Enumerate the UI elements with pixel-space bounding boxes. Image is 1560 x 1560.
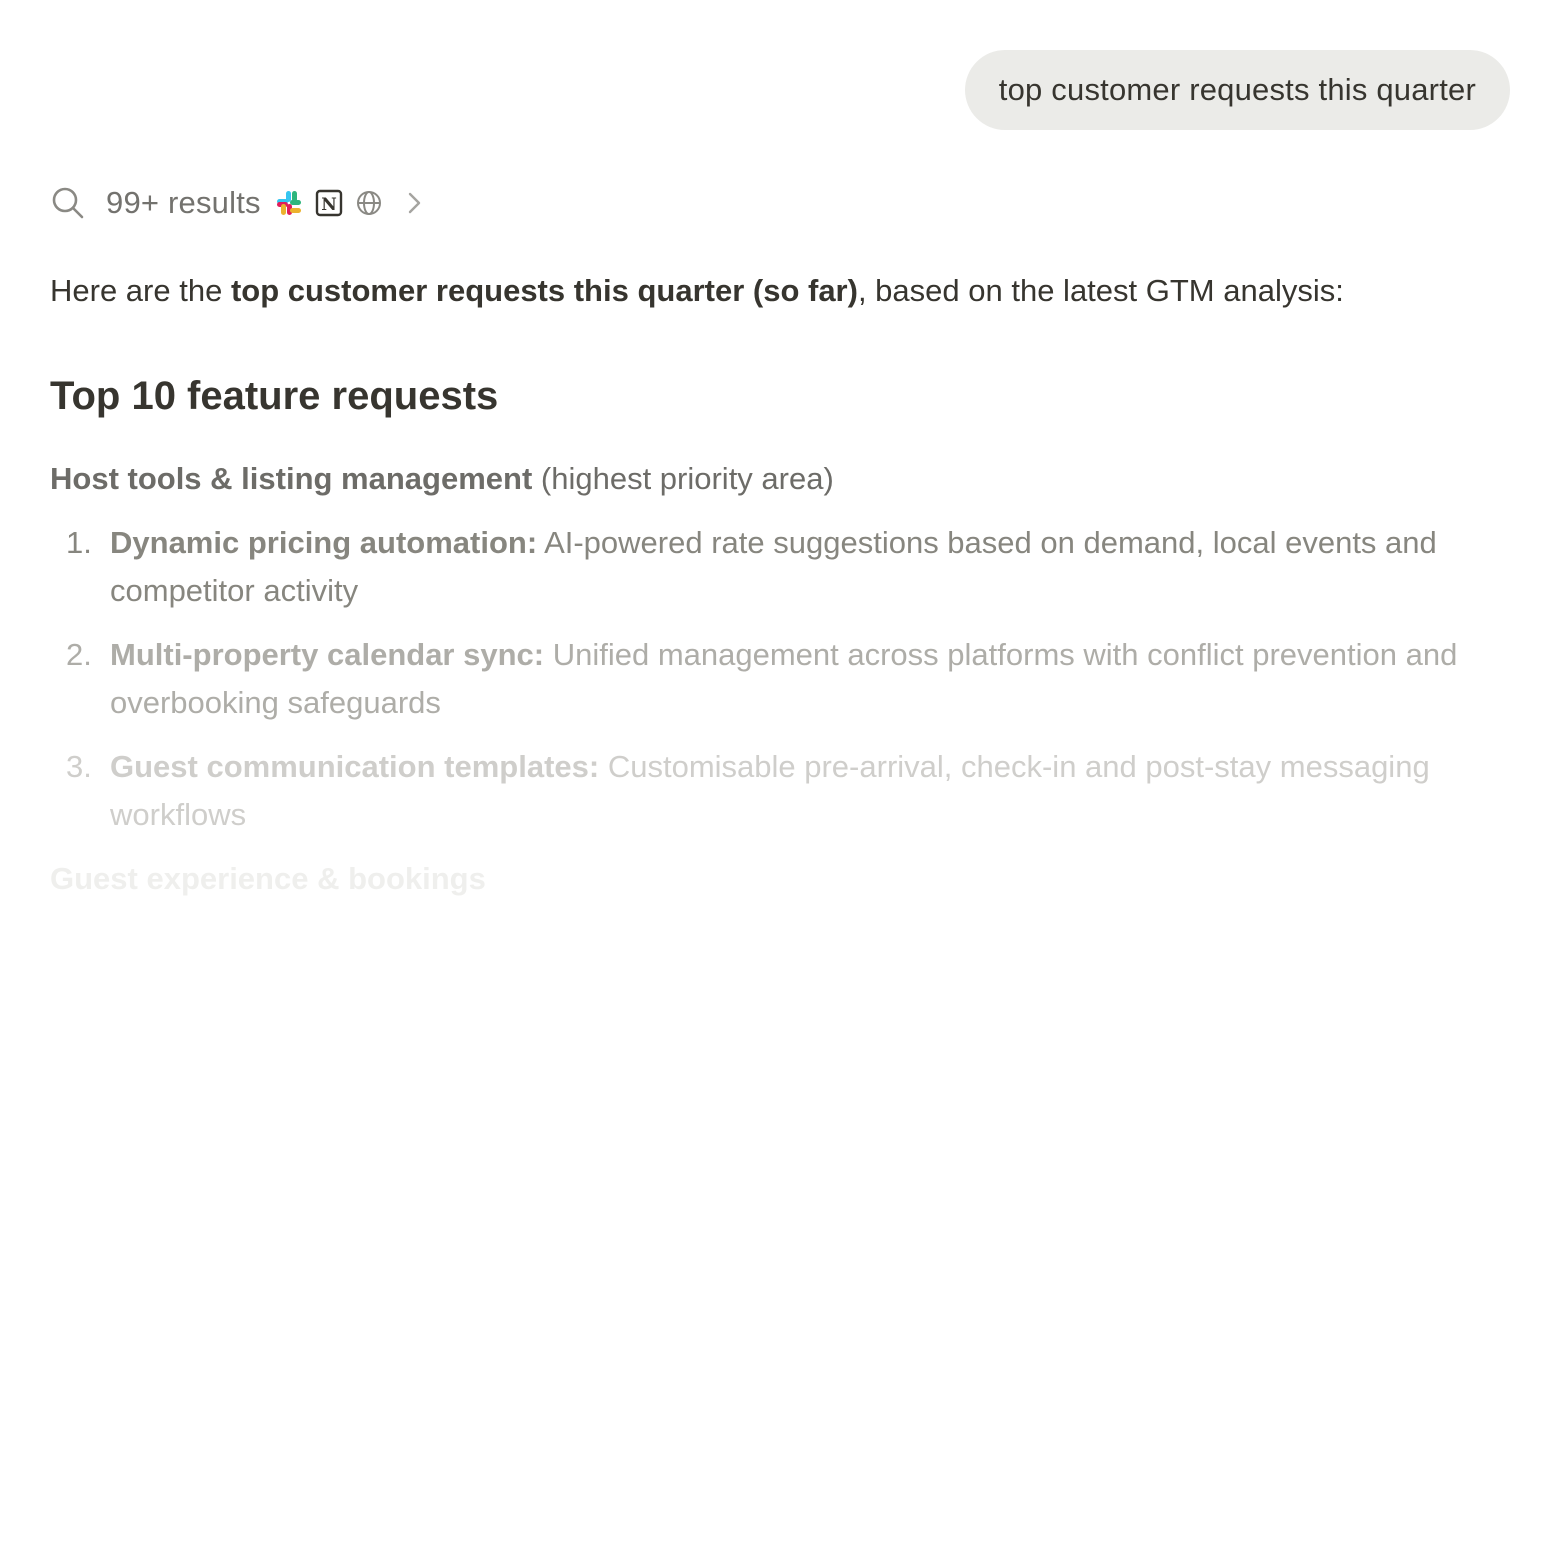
category-title: Host tools & listing management	[50, 461, 533, 496]
list-item: 3. Guest communication templates: Custom…	[50, 743, 1510, 839]
intro-bold: top customer requests this quarter (so f…	[230, 273, 858, 308]
intro-suffix: , based on the latest GTM analysis:	[857, 273, 1344, 308]
search-results-summary[interactable]: 99+ results N	[50, 180, 425, 226]
list-item-title: Dynamic pricing automation:	[110, 525, 538, 560]
search-icon	[52, 187, 84, 219]
list-item-title: Multi-property calendar sync:	[110, 637, 545, 672]
response-intro: Here are the top customer requests this …	[50, 268, 1520, 314]
intro-prefix: Here are the	[50, 273, 231, 308]
category-heading: Host tools & listing management (highest…	[50, 456, 834, 502]
user-message-bubble: top customer requests this quarter	[964, 50, 1510, 130]
list-item-number: 2.	[66, 637, 92, 672]
section-heading: Top 10 feature requests	[50, 374, 499, 418]
category-heading-2: Guest experience & bookings	[50, 861, 486, 896]
results-count: 99+ results	[106, 185, 261, 220]
globe-icon	[356, 191, 381, 215]
list-item-title: Guest communication templates:	[110, 749, 600, 784]
slack-icon	[276, 191, 301, 215]
list-item-number: 3.	[66, 749, 92, 784]
category-note: (highest priority area)	[532, 461, 834, 496]
svg-text:N: N	[321, 195, 337, 215]
list-item-number: 1.	[66, 525, 92, 560]
user-message-text: top customer requests this quarter	[998, 72, 1476, 107]
notion-icon: N	[315, 189, 342, 217]
chevron-right-icon[interactable]	[403, 189, 425, 217]
list-item: 1. Dynamic pricing automation: AI-powere…	[50, 519, 1510, 615]
list-item: 2. Multi-property calendar sync: Unified…	[50, 631, 1510, 727]
